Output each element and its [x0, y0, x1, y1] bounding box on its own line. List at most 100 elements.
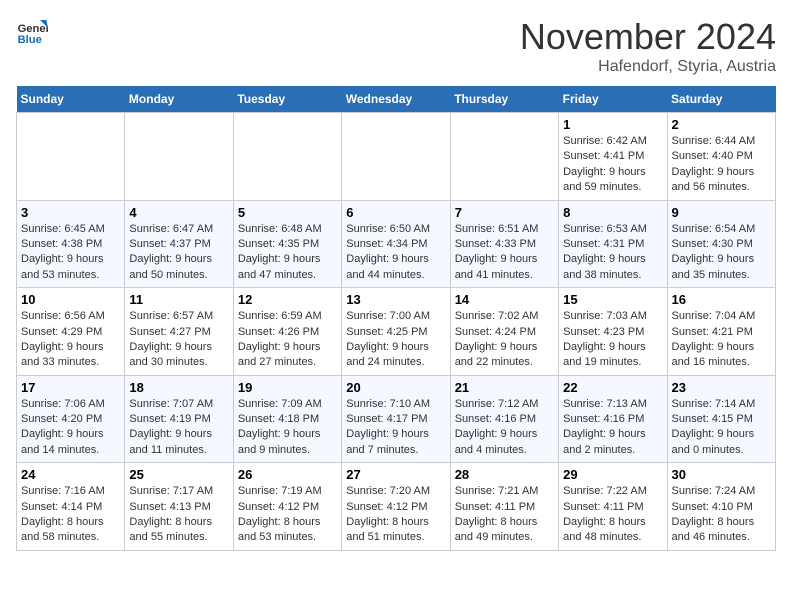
day-number: 18 — [129, 380, 228, 395]
calendar-cell: 26Sunrise: 7:19 AM Sunset: 4:12 PM Dayli… — [233, 463, 341, 551]
day-info: Sunrise: 7:16 AM Sunset: 4:14 PM Dayligh… — [21, 484, 120, 546]
day-info: Sunrise: 7:21 AM Sunset: 4:11 PM Dayligh… — [455, 484, 554, 546]
calendar-cell: 18 Sunrise: 7:07 AM Sunset: 4:19 PM Dayli… — [125, 375, 233, 463]
day-info: Sunrise: 6:54 AM Sunset: 4:30 PM Dayligh… — [672, 222, 771, 284]
location-title: Hafendorf, Styria, Austria — [520, 58, 776, 76]
day-info: Sunrise: 7:10 AM Sunset: 4:17 PM Dayligh… — [346, 397, 445, 459]
day-info: Sunrise: 7:22 AM Sunset: 4:11 PM Dayligh… — [563, 484, 662, 546]
calendar-cell: 14 Sunrise: 7:02 AM Sunset: 4:24 PM Dayli… — [450, 288, 558, 376]
day-info: Sunrise: 7:12 AM Sunset: 4:16 PM Dayligh… — [455, 397, 554, 459]
day-number: 5 — [238, 205, 337, 220]
calendar-cell — [17, 113, 125, 201]
calendar-week-row: 1Sunrise: 6:42 AM Sunset: 4:41 PM Daylig… — [17, 113, 776, 201]
day-number: 3 — [21, 205, 120, 220]
weekday-header-saturday: Saturday — [667, 86, 775, 113]
day-info: Sunrise: 6:56 AM Sunset: 4:29 PM Dayligh… — [21, 309, 120, 371]
day-info: Sunrise: 7:00 AM Sunset: 4:25 PM Dayligh… — [346, 309, 445, 371]
calendar-week-row: 24 Sunrise: 7:16 AM Sunset: 4:14 PM Dayli… — [17, 463, 776, 551]
calendar-week-row: 3 Sunrise: 6:45 AM Sunset: 4:38 PM Daylig… — [17, 200, 776, 288]
day-number: 27 — [346, 467, 445, 482]
day-info: Sunrise: 7:06 AM Sunset: 4:20 PM Dayligh… — [21, 397, 120, 459]
day-number: 10 — [21, 292, 120, 307]
calendar-cell: 10 Sunrise: 6:56 AM Sunset: 4:29 PM Dayli… — [17, 288, 125, 376]
svg-text:Blue: Blue — [18, 34, 42, 46]
calendar-cell: 11Sunrise: 6:57 AM Sunset: 4:27 PM Dayli… — [125, 288, 233, 376]
calendar-cell: 6 Sunrise: 6:50 AM Sunset: 4:34 PM Daylig… — [342, 200, 450, 288]
calendar-cell — [450, 113, 558, 201]
calendar-cell: 30 Sunrise: 7:24 AM Sunset: 4:10 PM Dayli… — [667, 463, 775, 551]
day-info: Sunrise: 7:14 AM Sunset: 4:15 PM Dayligh… — [672, 397, 771, 459]
calendar-cell: 2 Sunrise: 6:44 AM Sunset: 4:40 PM Daylig… — [667, 113, 775, 201]
calendar-cell: 21 Sunrise: 7:12 AM Sunset: 4:16 PM Dayli… — [450, 375, 558, 463]
calendar-week-row: 10 Sunrise: 6:56 AM Sunset: 4:29 PM Dayli… — [17, 288, 776, 376]
day-info: Sunrise: 7:04 AM Sunset: 4:21 PM Dayligh… — [672, 309, 771, 371]
calendar-cell: 24 Sunrise: 7:16 AM Sunset: 4:14 PM Dayli… — [17, 463, 125, 551]
calendar-cell: 1Sunrise: 6:42 AM Sunset: 4:41 PM Daylig… — [559, 113, 667, 201]
logo: General Blue — [16, 16, 48, 48]
day-number: 8 — [563, 205, 662, 220]
calendar-cell — [125, 113, 233, 201]
day-number: 28 — [455, 467, 554, 482]
day-info: Sunrise: 6:51 AM Sunset: 4:33 PM Dayligh… — [455, 222, 554, 284]
calendar-cell: 4Sunrise: 6:47 AM Sunset: 4:37 PM Daylig… — [125, 200, 233, 288]
day-number: 14 — [455, 292, 554, 307]
day-info: Sunrise: 7:03 AM Sunset: 4:23 PM Dayligh… — [563, 309, 662, 371]
day-number: 9 — [672, 205, 771, 220]
day-number: 11 — [129, 292, 228, 307]
day-info: Sunrise: 7:07 AM Sunset: 4:19 PM Dayligh… — [129, 397, 228, 459]
logo-icon: General Blue — [16, 16, 48, 48]
weekday-header-monday: Monday — [125, 86, 233, 113]
weekday-header-sunday: Sunday — [17, 86, 125, 113]
day-info: Sunrise: 7:09 AM Sunset: 4:18 PM Dayligh… — [238, 397, 337, 459]
day-info: Sunrise: 7:13 AM Sunset: 4:16 PM Dayligh… — [563, 397, 662, 459]
month-title: November 2024 — [520, 16, 776, 58]
calendar-cell: 20Sunrise: 7:10 AM Sunset: 4:17 PM Dayli… — [342, 375, 450, 463]
day-number: 22 — [563, 380, 662, 395]
weekday-header-tuesday: Tuesday — [233, 86, 341, 113]
calendar-cell: 7 Sunrise: 6:51 AM Sunset: 4:33 PM Daylig… — [450, 200, 558, 288]
svg-text:General: General — [18, 23, 48, 35]
day-number: 30 — [672, 467, 771, 482]
day-info: Sunrise: 7:24 AM Sunset: 4:10 PM Dayligh… — [672, 484, 771, 546]
weekday-header-wednesday: Wednesday — [342, 86, 450, 113]
calendar-cell: 27 Sunrise: 7:20 AM Sunset: 4:12 PM Dayli… — [342, 463, 450, 551]
day-number: 21 — [455, 380, 554, 395]
day-number: 2 — [672, 117, 771, 132]
day-number: 15 — [563, 292, 662, 307]
day-info: Sunrise: 7:20 AM Sunset: 4:12 PM Dayligh… — [346, 484, 445, 546]
calendar-cell: 22 Sunrise: 7:13 AM Sunset: 4:16 PM Dayli… — [559, 375, 667, 463]
day-info: Sunrise: 6:45 AM Sunset: 4:38 PM Dayligh… — [21, 222, 120, 284]
day-info: Sunrise: 6:59 AM Sunset: 4:26 PM Dayligh… — [238, 309, 337, 371]
calendar-table: SundayMondayTuesdayWednesdayThursdayFrid… — [16, 86, 776, 551]
day-number: 1 — [563, 117, 662, 132]
calendar-cell: 5 Sunrise: 6:48 AM Sunset: 4:35 PM Daylig… — [233, 200, 341, 288]
weekday-header-friday: Friday — [559, 86, 667, 113]
calendar-cell: 13 Sunrise: 7:00 AM Sunset: 4:25 PM Dayli… — [342, 288, 450, 376]
day-number: 23 — [672, 380, 771, 395]
calendar-cell: 29 Sunrise: 7:22 AM Sunset: 4:11 PM Dayli… — [559, 463, 667, 551]
day-number: 24 — [21, 467, 120, 482]
calendar-header-row: SundayMondayTuesdayWednesdayThursdayFrid… — [17, 86, 776, 113]
day-info: Sunrise: 6:48 AM Sunset: 4:35 PM Dayligh… — [238, 222, 337, 284]
calendar-week-row: 17 Sunrise: 7:06 AM Sunset: 4:20 PM Dayli… — [17, 375, 776, 463]
calendar-cell: 23 Sunrise: 7:14 AM Sunset: 4:15 PM Dayli… — [667, 375, 775, 463]
day-info: Sunrise: 7:02 AM Sunset: 4:24 PM Dayligh… — [455, 309, 554, 371]
day-number: 19 — [238, 380, 337, 395]
calendar-cell — [233, 113, 341, 201]
day-number: 26 — [238, 467, 337, 482]
weekday-header-thursday: Thursday — [450, 86, 558, 113]
calendar-cell: 19 Sunrise: 7:09 AM Sunset: 4:18 PM Dayli… — [233, 375, 341, 463]
day-info: Sunrise: 6:53 AM Sunset: 4:31 PM Dayligh… — [563, 222, 662, 284]
day-info: Sunrise: 6:50 AM Sunset: 4:34 PM Dayligh… — [346, 222, 445, 284]
day-number: 4 — [129, 205, 228, 220]
day-number: 16 — [672, 292, 771, 307]
day-number: 17 — [21, 380, 120, 395]
day-number: 7 — [455, 205, 554, 220]
day-number: 6 — [346, 205, 445, 220]
day-number: 29 — [563, 467, 662, 482]
calendar-cell: 16 Sunrise: 7:04 AM Sunset: 4:21 PM Dayli… — [667, 288, 775, 376]
day-number: 13 — [346, 292, 445, 307]
day-number: 25 — [129, 467, 228, 482]
calendar-cell: 8 Sunrise: 6:53 AM Sunset: 4:31 PM Daylig… — [559, 200, 667, 288]
day-info: Sunrise: 6:44 AM Sunset: 4:40 PM Dayligh… — [672, 134, 771, 196]
